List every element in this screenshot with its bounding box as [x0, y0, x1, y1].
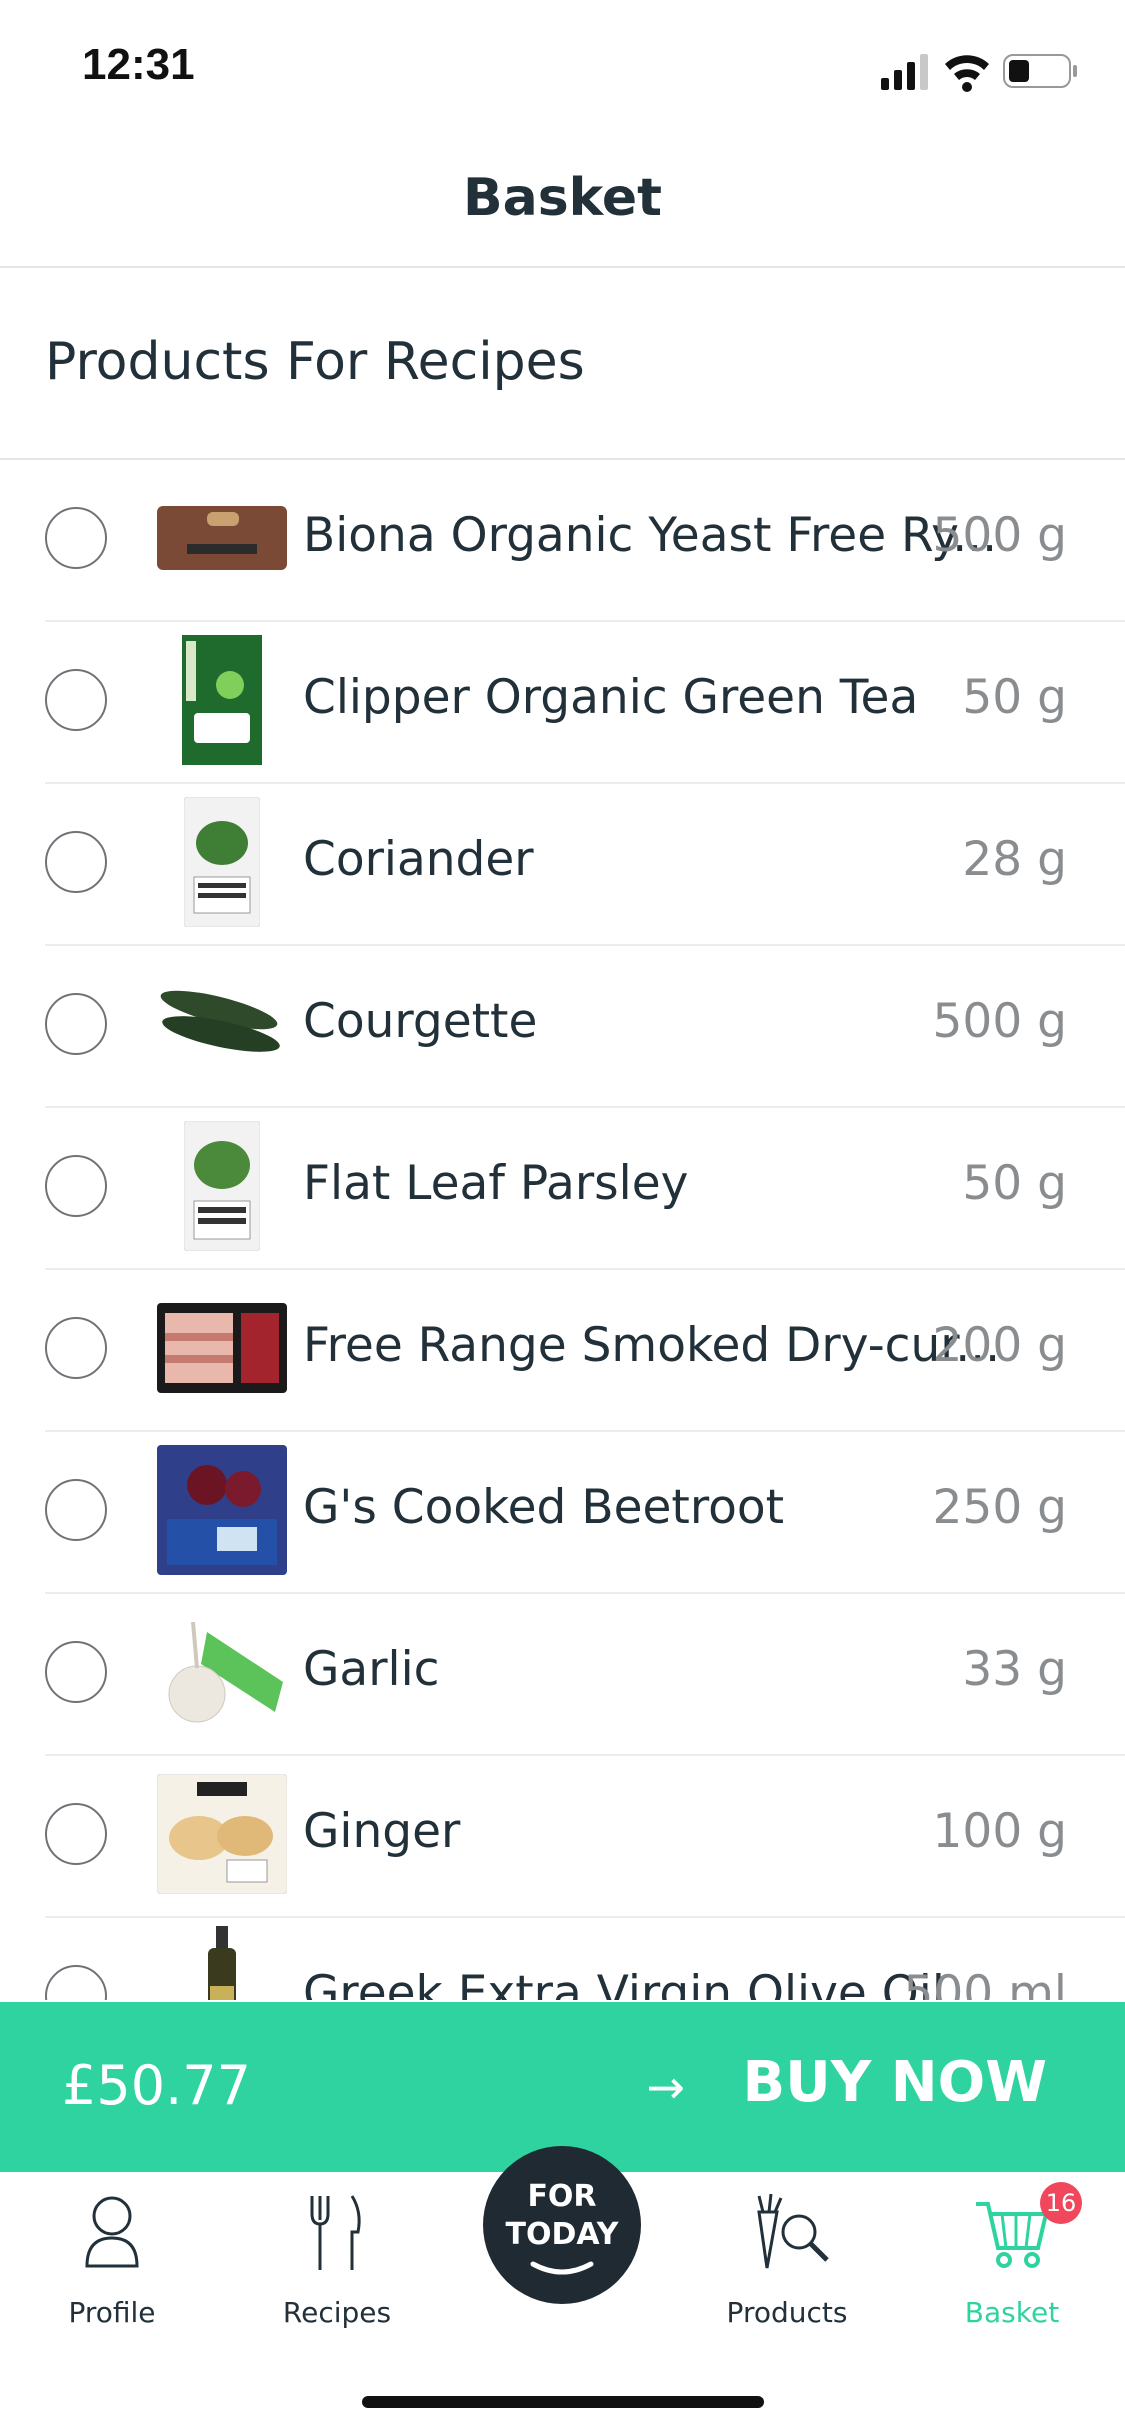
- olive-oil-icon: [155, 1926, 288, 2000]
- courgette-icon: [155, 958, 288, 1090]
- select-radio[interactable]: [45, 831, 107, 893]
- product-name: Greek Extra Virgin Olive Oil: [303, 1966, 945, 2000]
- signal-icon: [881, 54, 928, 90]
- product-name: Clipper Organic Green Tea: [303, 670, 919, 725]
- product-quantity: 250 g: [932, 1480, 1067, 1535]
- product-quantity: 50 g: [962, 670, 1067, 725]
- list-item[interactable]: Biona Organic Yeast Free Ry... 500 g: [0, 460, 1125, 622]
- product-name: Coriander: [303, 832, 534, 887]
- product-quantity: 500 ml: [903, 1966, 1068, 2000]
- select-radio[interactable]: [45, 1479, 107, 1541]
- product-quantity: 33 g: [962, 1642, 1067, 1697]
- product-list[interactable]: Biona Organic Yeast Free Ry... 500 g Cli…: [0, 460, 1125, 2000]
- select-radio[interactable]: [45, 1155, 107, 1217]
- list-item[interactable]: Clipper Organic Green Tea 50 g: [0, 622, 1125, 784]
- product-name: Free Range Smoked Dry-cur...: [303, 1318, 1001, 1373]
- product-name: Biona Organic Yeast Free Ry...: [303, 508, 998, 563]
- select-radio[interactable]: [45, 1317, 107, 1379]
- smile-icon: [530, 2261, 594, 2275]
- status-time: 12:31: [82, 40, 195, 89]
- select-radio[interactable]: [45, 1803, 107, 1865]
- product-quantity: 50 g: [962, 1156, 1067, 1211]
- tab-recipes[interactable]: Recipes: [247, 2192, 427, 2332]
- select-radio[interactable]: [45, 993, 107, 1055]
- product-name: Courgette: [303, 994, 538, 1049]
- green-tea-icon: [155, 634, 288, 766]
- product-quantity: 100 g: [932, 1804, 1067, 1859]
- list-item[interactable]: Ginger 100 g: [0, 1756, 1125, 1918]
- garlic-icon: [155, 1606, 288, 1738]
- section-header: Products For Recipes: [0, 268, 1125, 460]
- beetroot-icon: [155, 1444, 288, 1576]
- product-name: Flat Leaf Parsley: [303, 1156, 689, 1211]
- product-quantity: 28 g: [962, 832, 1067, 887]
- select-radio[interactable]: [45, 1965, 107, 2000]
- list-item[interactable]: Courgette 500 g: [0, 946, 1125, 1108]
- tab-products[interactable]: Products: [697, 2192, 877, 2332]
- page-title: Basket: [463, 168, 662, 228]
- list-item[interactable]: Coriander 28 g: [0, 784, 1125, 946]
- rye-bread-icon: [155, 472, 288, 604]
- for-today-button[interactable]: FOR TODAY: [483, 2146, 641, 2304]
- cutlery-icon: [310, 2195, 361, 2270]
- list-item[interactable]: Free Range Smoked Dry-cur... 200 g: [0, 1270, 1125, 1432]
- tab-label: Profile: [68, 2296, 156, 2329]
- coriander-icon: [155, 796, 288, 928]
- product-quantity: 200 g: [932, 1318, 1067, 1373]
- tab-label: Basket: [964, 2296, 1060, 2329]
- battery-icon: [1003, 54, 1077, 88]
- buy-now-button[interactable]: BUY NOW: [743, 2050, 1047, 2115]
- select-radio[interactable]: [45, 1641, 107, 1703]
- basket-total: £50.77: [62, 2054, 251, 2117]
- carrot-search-icon: [757, 2193, 829, 2269]
- section-title: Products For Recipes: [45, 332, 585, 392]
- list-item[interactable]: Garlic 33 g: [0, 1594, 1125, 1756]
- home-indicator: [362, 2396, 764, 2408]
- status-bar: 12:31: [0, 0, 1125, 140]
- product-name: Garlic: [303, 1642, 440, 1697]
- tab-label: Recipes: [282, 2296, 392, 2329]
- tab-profile[interactable]: Profile: [22, 2192, 202, 2332]
- nav-bar: Basket: [0, 140, 1125, 268]
- profile-icon: [85, 2196, 139, 2268]
- select-radio[interactable]: [45, 669, 107, 731]
- basket-count-badge: 16: [1040, 2182, 1082, 2224]
- list-item[interactable]: Flat Leaf Parsley 50 g: [0, 1108, 1125, 1270]
- bacon-icon: [155, 1282, 288, 1414]
- wifi-icon: [945, 55, 989, 92]
- product-name: G's Cooked Beetroot: [303, 1480, 785, 1535]
- ginger-icon: [155, 1768, 288, 1900]
- product-quantity: 500 g: [932, 508, 1067, 563]
- list-item[interactable]: Greek Extra Virgin Olive Oil 500 ml: [0, 1918, 1125, 2000]
- select-radio[interactable]: [45, 507, 107, 569]
- product-quantity: 500 g: [932, 994, 1067, 1049]
- status-icons: [881, 48, 1081, 94]
- product-name: Ginger: [303, 1804, 461, 1859]
- parsley-icon: [155, 1120, 288, 1252]
- tab-label: Products: [726, 2296, 848, 2329]
- arrow-right-icon: →: [646, 2060, 685, 2114]
- list-item[interactable]: G's Cooked Beetroot 250 g: [0, 1432, 1125, 1594]
